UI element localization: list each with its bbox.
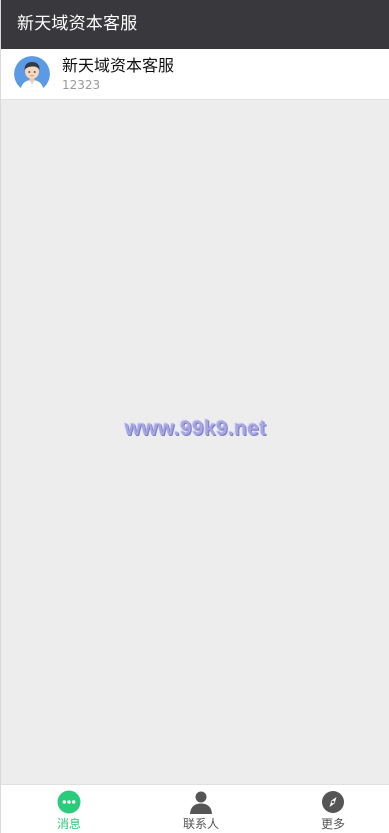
chat-contact-name: 新天域资本客服: [62, 56, 175, 75]
tab-more[interactable]: 更多: [283, 785, 383, 833]
tab-contacts-label: 联系人: [182, 817, 219, 831]
male-user-avatar-icon: [14, 56, 50, 92]
page-title: 新天域资本客服: [17, 14, 138, 34]
chat-list-item[interactable]: 新天域资本客服 12323: [1, 49, 389, 100]
app-window: 新天域资本客服 新天域资本客服 12323 www.99k9.net 消息 联系…: [0, 0, 389, 833]
tab-contacts[interactable]: 联系人: [151, 785, 251, 833]
person-icon: [189, 790, 213, 814]
compass-icon: [321, 790, 345, 814]
watermark-text: www.99k9.net: [124, 417, 267, 440]
tab-messages[interactable]: 消息: [19, 785, 119, 833]
top-header: 新天域资本客服: [1, 0, 389, 49]
chat-bubble-icon: [57, 790, 81, 814]
tab-messages-label: 消息: [56, 817, 81, 831]
chat-last-message: 12323: [62, 78, 101, 92]
bottom-tab-bar: 消息 联系人 更多: [1, 784, 389, 833]
tab-more-label: 更多: [320, 817, 345, 831]
